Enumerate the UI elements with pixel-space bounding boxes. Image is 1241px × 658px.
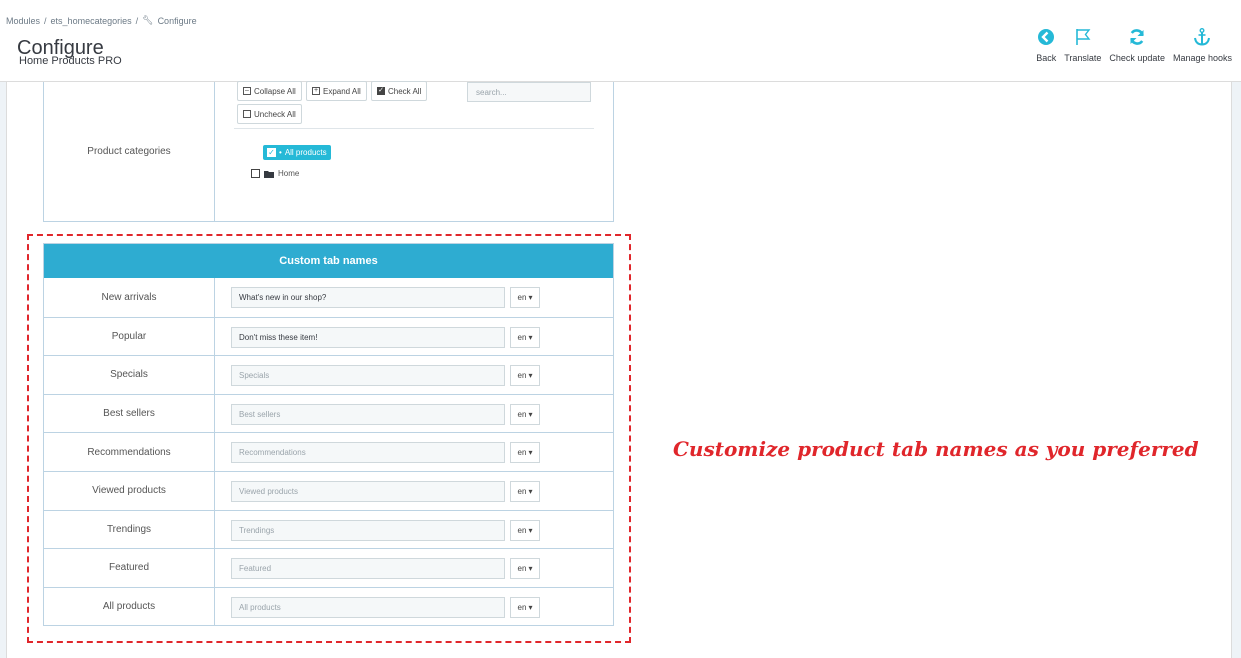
breadcrumb-separator: /: [44, 15, 47, 26]
back-label: Back: [1036, 53, 1057, 63]
callout-text: Customize product tab names as you prefe…: [673, 437, 1199, 461]
expand-all-label: Expand All: [323, 86, 361, 96]
highlight-box: [27, 234, 631, 643]
product-categories-label: Product categories: [44, 82, 215, 221]
uncheck-all-label: Uncheck All: [254, 109, 296, 119]
bullet-icon: •: [279, 148, 282, 157]
translate-label: Translate: [1064, 53, 1102, 63]
breadcrumb-configure: Configure: [157, 15, 197, 26]
breadcrumb-modules[interactable]: Modules: [6, 16, 40, 26]
plus-square-icon: +: [312, 87, 320, 95]
tree-item-home[interactable]: Home: [251, 169, 299, 178]
collapse-all-label: Collapse All: [254, 86, 296, 96]
anchor-icon: [1194, 28, 1211, 46]
manage-hooks-button[interactable]: Manage hooks: [1169, 27, 1236, 63]
tree-item-label: All products: [284, 148, 327, 157]
minus-square-icon: –: [243, 87, 251, 95]
page-subtitle: Home Products PRO: [19, 55, 122, 67]
breadcrumb: Modules / ets_homecategories / 🔧︎ Config…: [6, 15, 197, 26]
folder-icon: [264, 170, 274, 178]
page-header: Modules / ets_homecategories / 🔧︎ Config…: [0, 0, 1241, 82]
wrench-icon: 🔧︎: [142, 15, 154, 25]
back-arrow-icon: [1038, 29, 1055, 45]
empty-square-icon: [243, 110, 251, 118]
uncheck-all-button[interactable]: Uncheck All: [237, 104, 302, 124]
expand-all-button[interactable]: + Expand All: [306, 81, 367, 101]
collapse-all-button[interactable]: – Collapse All: [237, 81, 302, 101]
refresh-icon: [1130, 29, 1144, 45]
back-button[interactable]: Back: [1032, 27, 1060, 63]
check-update-button[interactable]: Check update: [1105, 27, 1169, 63]
check-square-icon: ✓: [377, 87, 385, 95]
category-search-input[interactable]: search...: [467, 82, 591, 102]
manage-hooks-label: Manage hooks: [1172, 53, 1232, 63]
tree-item-all-products[interactable]: ✓ • All products: [263, 145, 331, 160]
tree-item-label: Home: [278, 169, 300, 178]
breadcrumb-separator: /: [135, 15, 139, 26]
translate-button[interactable]: Translate: [1060, 27, 1105, 63]
divider: [234, 128, 594, 129]
breadcrumb-module[interactable]: ets_homecategories: [51, 16, 132, 26]
check-update-label: Check update: [1109, 53, 1165, 63]
toolbar: Back Translate Check update Manage hooks: [1032, 27, 1236, 63]
flag-icon: [1076, 29, 1091, 45]
check-all-button[interactable]: ✓ Check All: [371, 81, 428, 101]
checkbox-checked-icon[interactable]: ✓: [267, 148, 276, 157]
checkbox-icon[interactable]: [251, 169, 260, 178]
check-all-label: Check All: [388, 86, 422, 96]
